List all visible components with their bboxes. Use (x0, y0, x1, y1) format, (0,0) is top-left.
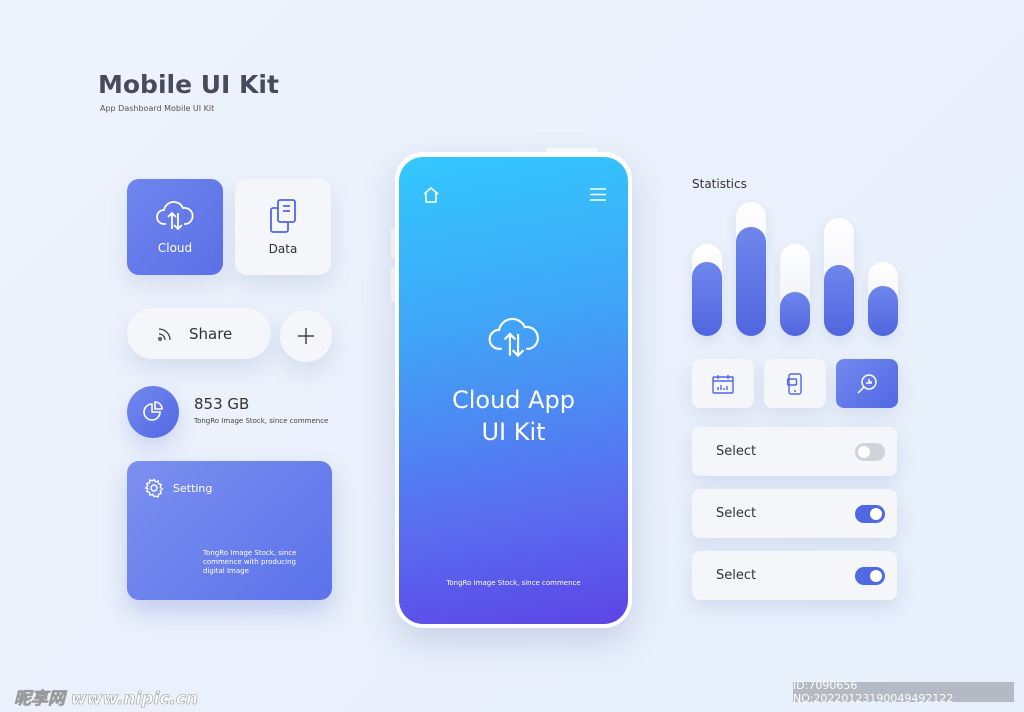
toggle-switch[interactable] (855, 566, 885, 585)
stat-bar (780, 291, 810, 336)
rss-icon (158, 327, 171, 341)
tile-label: Data (268, 242, 298, 256)
gear-icon (144, 478, 164, 498)
storage-value: 853 GB (194, 395, 250, 413)
cloud-sync-icon (156, 201, 194, 231)
documents-icon (270, 199, 296, 233)
add-button[interactable] (280, 310, 332, 362)
stat-bar-track (780, 243, 810, 336)
mobile-chat-icon (787, 372, 802, 395)
search-button[interactable] (836, 359, 898, 408)
stat-bar (824, 264, 854, 336)
calendar-chart-icon (712, 374, 734, 394)
phone-footer: TongRo Image Stock, since commence (446, 579, 581, 587)
watermark-id: ID:7090656 NO:20220123190049492122 (793, 679, 1014, 705)
mobile-button[interactable] (764, 359, 826, 408)
cloud-tile[interactable]: Cloud (127, 179, 223, 275)
stat-bar-track (868, 262, 898, 336)
calendar-button[interactable] (692, 359, 754, 408)
share-button[interactable]: Share (127, 308, 271, 359)
storage-caption: TongRo Image Stock, since commence (194, 417, 329, 425)
stat-bar (868, 286, 898, 336)
share-label: Share (189, 324, 233, 343)
stat-bar (692, 262, 722, 336)
select-label: Select (716, 444, 757, 459)
select-row: Select (692, 427, 897, 476)
page-subtitle: App Dashboard Mobile UI Kit (100, 104, 215, 113)
select-label: Select (716, 568, 757, 583)
phone-screen: Cloud App UI Kit TongRo Image Stock, sin… (399, 157, 628, 624)
stat-bar (736, 227, 766, 336)
setting-card[interactable]: Setting TongRo Image Stock, since commen… (127, 461, 332, 600)
select-row: Select (692, 551, 897, 600)
statistics-chart (692, 202, 898, 336)
phone-title-line2: UI Kit (481, 418, 546, 446)
tile-label: Cloud (157, 241, 193, 255)
statistics-label: Statistics (692, 177, 747, 191)
home-icon[interactable] (422, 186, 440, 203)
toggle-switch[interactable] (855, 504, 885, 523)
watermark-logo: 昵享网 www.nipic.cn (14, 689, 199, 710)
page-title: Mobile UI Kit (98, 70, 279, 99)
plus-icon (298, 328, 314, 344)
stat-bar-track (736, 202, 766, 336)
select-row: Select (692, 489, 897, 538)
setting-text: TongRo Image Stock, since commence with … (203, 549, 297, 575)
stat-bar-track (692, 243, 722, 336)
phone-title-line1: Cloud App (451, 386, 576, 414)
stat-bar-track (824, 218, 854, 336)
cloud-sync-icon (488, 317, 539, 358)
toggle-switch[interactable] (855, 442, 885, 461)
icon-button-row (692, 359, 898, 408)
search-chart-icon (857, 373, 877, 394)
setting-label: Setting (173, 482, 213, 495)
pie-chart-icon (143, 401, 163, 421)
select-label: Select (716, 506, 757, 521)
menu-icon[interactable] (590, 188, 606, 201)
phone-mockup: Cloud App UI Kit TongRo Image Stock, sin… (395, 152, 632, 628)
storage-icon-button[interactable] (127, 386, 179, 438)
data-tile[interactable]: Data (235, 179, 331, 275)
